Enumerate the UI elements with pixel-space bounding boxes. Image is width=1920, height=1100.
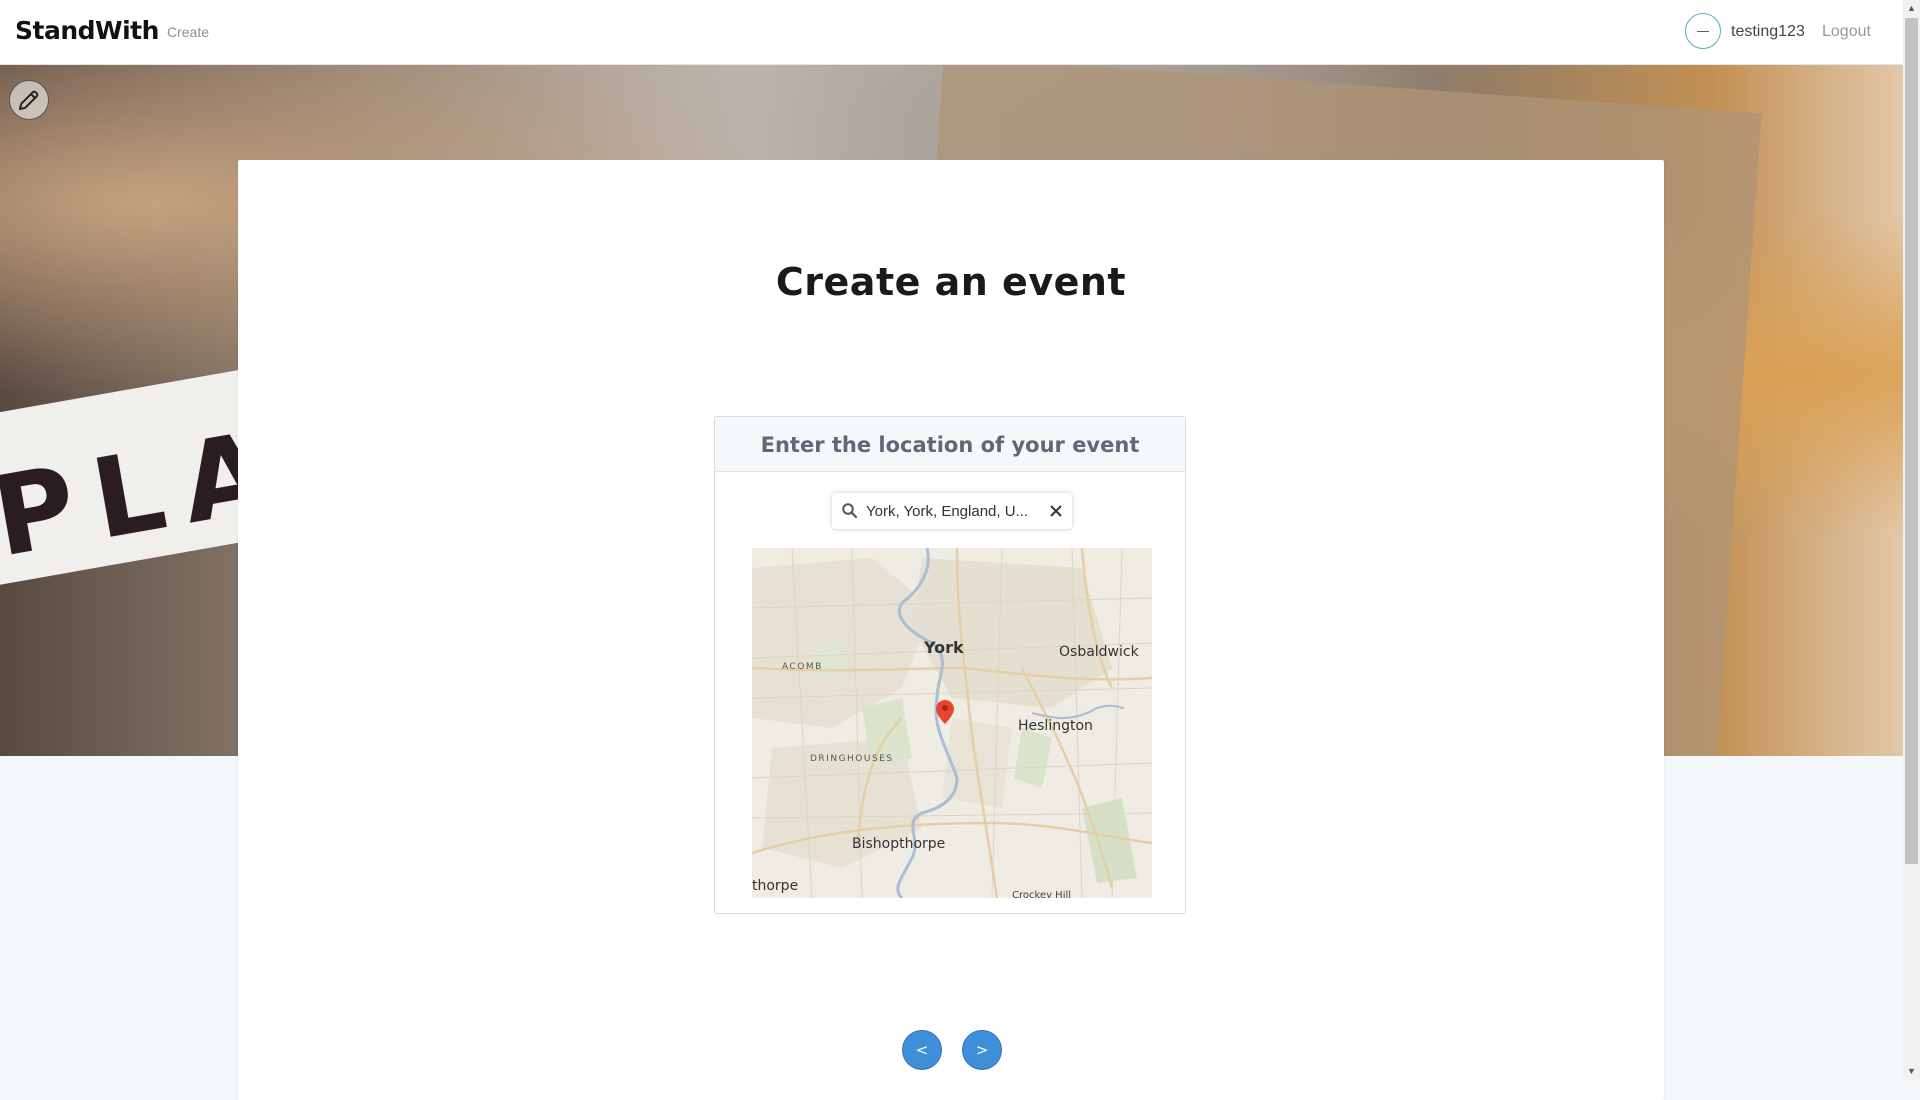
top-navbar: StandWith Create testing123 Logout [0, 0, 1903, 65]
location-search-box [832, 493, 1072, 529]
previous-step-button[interactable]: < [902, 1030, 942, 1070]
map-label-heslington: Heslington [1018, 718, 1093, 734]
map-label-bishopthorpe: Bishopthorpe [852, 836, 946, 852]
close-icon[interactable] [1047, 502, 1065, 520]
page-title: Create an event [775, 260, 1127, 304]
location-map[interactable]: York Osbaldwick ACOMB Heslington DRINGHO… [752, 548, 1152, 898]
map-label-dringhouses: DRINGHOUSES [810, 754, 894, 764]
create-event-card: Create an event Enter the location of yo… [238, 160, 1664, 1100]
location-panel-heading: Enter the location of your event [715, 417, 1185, 472]
page-scrollbar[interactable]: ▲ ▼ [1903, 0, 1920, 1080]
map-label-thorpe: thorpe [752, 878, 799, 894]
scroll-up-arrow-icon[interactable]: ▲ [1903, 0, 1920, 17]
edit-banner-button[interactable] [9, 80, 49, 120]
search-icon [842, 503, 858, 519]
username-label[interactable]: testing123 [1731, 23, 1805, 41]
map-label-acomb: ACOMB [782, 662, 823, 672]
next-step-button[interactable]: > [962, 1030, 1002, 1070]
pencil-icon [19, 90, 39, 110]
nav-create-link[interactable]: Create [167, 24, 209, 40]
logout-link[interactable]: Logout [1822, 23, 1871, 41]
scrollbar-thumb[interactable] [1905, 18, 1918, 864]
map-label-crockey-hill: Crockey Hill [1012, 890, 1072, 898]
location-panel: Enter the location of your event York, Y… [714, 416, 1186, 914]
scroll-down-arrow-icon[interactable]: ▼ [1903, 1063, 1920, 1080]
brand-logo[interactable]: StandWith [15, 16, 159, 45]
map-label-york: York [924, 638, 964, 657]
map-label-osbaldwick: Osbaldwick [1059, 644, 1139, 660]
user-avatar[interactable] [1685, 13, 1721, 49]
location-search-input[interactable] [866, 493, 1036, 529]
protest-sign-left: PLA [0, 369, 298, 589]
